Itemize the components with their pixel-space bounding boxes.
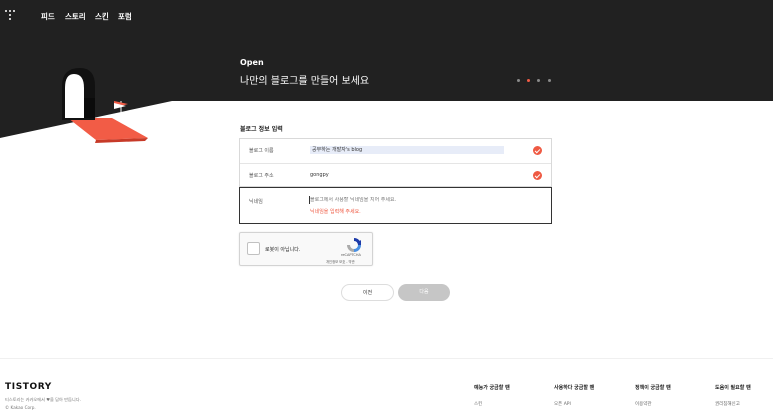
blog-name-field[interactable]: 공부하는 개발자's blog: [310, 146, 504, 154]
recaptcha-label: 로봇이 아닙니다.: [265, 247, 301, 253]
blog-address-field[interactable]: gongpy: [310, 172, 329, 178]
blog-name-row: 블로그 이름 공부하는 개발자's blog: [240, 139, 551, 163]
page: 피드 스토리 스킨 포럼 Open 나만의 블로그를 만들어 보세요 블로그 정…: [0, 0, 773, 415]
form-section-title: 블로그 정보 입력: [240, 126, 283, 133]
recaptcha-checkbox[interactable]: [247, 242, 260, 255]
recaptcha-links[interactable]: 개인정보 보호 - 약관: [326, 259, 355, 264]
footer-col-title: 사용하다 궁금할 땐: [554, 385, 595, 391]
nickname-input[interactable]: [310, 197, 510, 203]
nickname-error: 닉네임을 입력해 주세요.: [310, 209, 361, 215]
footer-col-title: 도움이 필요할 땐: [715, 385, 751, 391]
recaptcha-logo-icon: [347, 238, 361, 252]
blog-address-row: 블로그 주소 gongpy: [240, 163, 551, 187]
hero-subtitle: 나만의 블로그를 만들어 보세요: [240, 76, 370, 87]
footer-link-skin[interactable]: 스킨: [474, 401, 482, 407]
nav-story[interactable]: 스토리: [65, 11, 86, 22]
step-indicator: [517, 79, 557, 83]
step-dot: [548, 79, 551, 82]
footer-logo[interactable]: TISTORY: [5, 382, 52, 392]
prev-button[interactable]: 이전: [341, 284, 394, 301]
tistory-logo-icon[interactable]: [5, 10, 17, 24]
step-dot: [537, 79, 540, 82]
footer-col-title: 정책이 궁금할 땐: [635, 385, 671, 391]
step-dot: [517, 79, 520, 82]
recaptcha-widget: 로봇이 아닙니다. reCAPTCHA 개인정보 보호 - 약관: [239, 232, 373, 266]
nav-skin[interactable]: 스킨: [95, 11, 109, 22]
nav-forum[interactable]: 포럼: [118, 11, 132, 22]
next-button[interactable]: 다음: [398, 284, 450, 301]
check-icon: [533, 171, 542, 180]
footer-link-report[interactable]: 권리침해신고: [715, 401, 740, 407]
nav-feed[interactable]: 피드: [41, 11, 55, 22]
footer-col-title: 예능가 궁금할 땐: [474, 385, 510, 391]
hero-title: Open: [240, 58, 264, 67]
blog-name-label: 블로그 이름: [249, 148, 274, 154]
footer-link-terms[interactable]: 이용약관: [635, 401, 652, 407]
blog-address-label: 블로그 주소: [249, 173, 274, 179]
footer-link-open-api[interactable]: 오픈 API: [554, 401, 571, 407]
check-icon: [533, 146, 542, 155]
step-dot-active: [527, 79, 530, 82]
blog-info-form: 블로그 이름 공부하는 개발자's blog 블로그 주소 gongpy: [239, 138, 552, 187]
nickname-label: 닉네임: [249, 199, 263, 205]
top-navigation: 피드 스토리 스킨 포럼: [0, 0, 773, 34]
footer-divider: [0, 358, 773, 359]
recaptcha-brand: reCAPTCHA: [341, 253, 361, 257]
footer-copyright: © Kakao Corp.: [5, 405, 36, 410]
footer-description: 티스토리는 카카오에서 ♥을 담아 만듭니다.: [5, 397, 81, 402]
nickname-row: 닉네임 닉네임을 입력해 주세요.: [239, 187, 552, 224]
